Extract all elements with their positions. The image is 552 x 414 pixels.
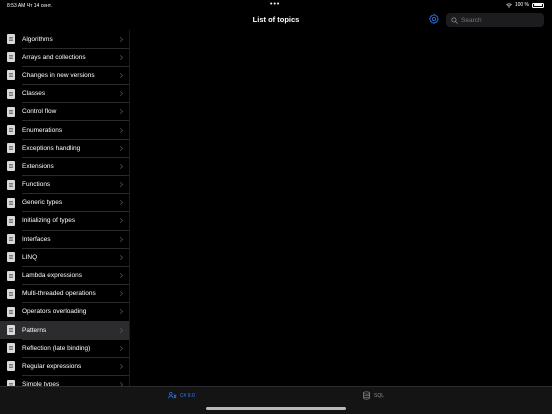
list-item-label: Enumerations [22,126,63,134]
list-item[interactable]: Operators overloading [0,303,129,322]
list-item-label: Control flow [22,108,57,116]
list-item-label: Reflection (late binding) [22,344,91,352]
chevron-right-icon [120,145,123,151]
csharp-icon [168,392,177,399]
document-icon [7,179,15,190]
list-item[interactable]: Classes [0,85,129,103]
list-item[interactable]: Interfaces [0,230,129,249]
topics-list[interactable]: Algorithms Arrays and collections Changes … [0,30,129,386]
chevron-right-icon [120,73,123,78]
home-indicator[interactable] [206,407,346,410]
battery-icon [532,2,544,8]
list-item[interactable]: LINQ [0,248,129,267]
list-item-label: Patterns [22,326,47,334]
document-icon [7,270,15,281]
document-icon [7,306,15,317]
status-right: 100 % [505,2,544,8]
list-item[interactable]: Initializing of types [0,212,129,231]
document-icon [7,325,15,336]
multitasking-dots[interactable]: ••• [270,1,280,8]
document-icon [7,161,15,172]
list-item[interactable]: Functions [0,176,129,194]
chevron-right-icon [120,127,123,133]
chevron-right-icon [120,109,123,115]
list-item[interactable]: Enumerations [0,121,129,140]
chevron-right-icon [120,36,123,42]
chevron-right-icon [120,345,123,351]
document-icon [7,125,15,136]
document-icon [7,106,15,117]
list-item[interactable]: Algorithms [0,30,129,49]
chevron-right-icon [120,218,123,224]
list-item-label: Generic types [22,199,63,207]
list-item-label: Extensions [22,162,54,170]
document-icon [7,52,15,63]
status-time: 8:53 AM Чт 14 сент. [7,2,52,9]
tab-sql[interactable]: SQL [362,391,384,400]
chevron-right-icon [120,182,123,187]
chevron-right-icon [120,54,123,60]
document-icon [7,343,15,354]
chevron-right-icon [120,291,123,297]
document-icon [7,143,15,154]
chevron-right-icon [120,200,123,206]
database-icon [363,391,370,400]
chevron-right-icon [120,254,123,260]
list-item-label: LINQ [22,253,38,261]
chevron-right-icon [120,364,123,369]
chevron-right-icon [120,273,123,278]
chevron-right-icon [120,91,123,97]
list-item-label: Algorithms [22,35,53,43]
chevron-right-icon [120,164,123,169]
list-item-label: Exceptions handling [22,144,81,152]
list-item-label: Arrays and collections [22,53,86,61]
document-icon [7,34,15,45]
list-item[interactable]: Lambda expressions [0,266,129,285]
chevron-right-icon [120,327,123,333]
search-field[interactable] [446,13,544,27]
list-item[interactable]: Patterns [0,321,129,340]
search-icon [451,16,458,24]
document-icon [7,234,15,245]
list-item[interactable]: Exceptions handling [0,139,129,158]
wifi-icon [505,3,512,8]
list-item[interactable]: Changes in new versions [0,66,129,85]
list-item-label: Multi-threaded operations [22,290,96,298]
list-item[interactable]: Regular expressions [0,357,129,376]
chevron-right-icon [120,309,123,315]
list-item[interactable]: Arrays and collections [0,48,129,67]
split-divider [129,30,130,386]
list-item-label: Interfaces [22,235,51,243]
list-item[interactable]: Extensions [0,157,129,176]
search-input[interactable] [461,16,541,24]
document-icon [7,88,15,99]
list-item-label: Changes in new versions [22,71,95,79]
list-item[interactable]: Multi-threaded operations [0,285,129,304]
document-icon [7,361,15,372]
status-bar: 8:53 AM Чт 14 сент. ••• 100 % [0,0,552,11]
document-icon [7,252,15,263]
list-item[interactable]: Reflection (late binding) [0,339,129,358]
document-icon [7,197,15,208]
tab-csharp-label: C# 9.0 [180,392,195,399]
list-item[interactable]: Simple types [0,376,129,386]
list-item-label: Initializing of types [22,217,76,225]
chevron-right-icon [120,236,123,242]
list-item-label: Operators overloading [22,308,87,316]
list-item-label: Regular expressions [22,362,82,370]
page-title: List of topics [252,15,300,24]
gear-icon[interactable] [428,13,440,25]
tab-sql-label: SQL [374,392,385,399]
document-icon [7,70,15,81]
battery-percent: 100 % [514,2,529,8]
document-icon [7,288,15,299]
tab-csharp[interactable]: C# 9.0 [168,391,195,400]
list-item[interactable]: Control flow [0,103,129,122]
list-item[interactable]: Generic types [0,194,129,213]
list-item-label: Lambda expressions [22,272,82,280]
document-icon [7,215,15,226]
list-item-label: Functions [22,181,51,189]
list-item-label: Classes [22,90,46,98]
